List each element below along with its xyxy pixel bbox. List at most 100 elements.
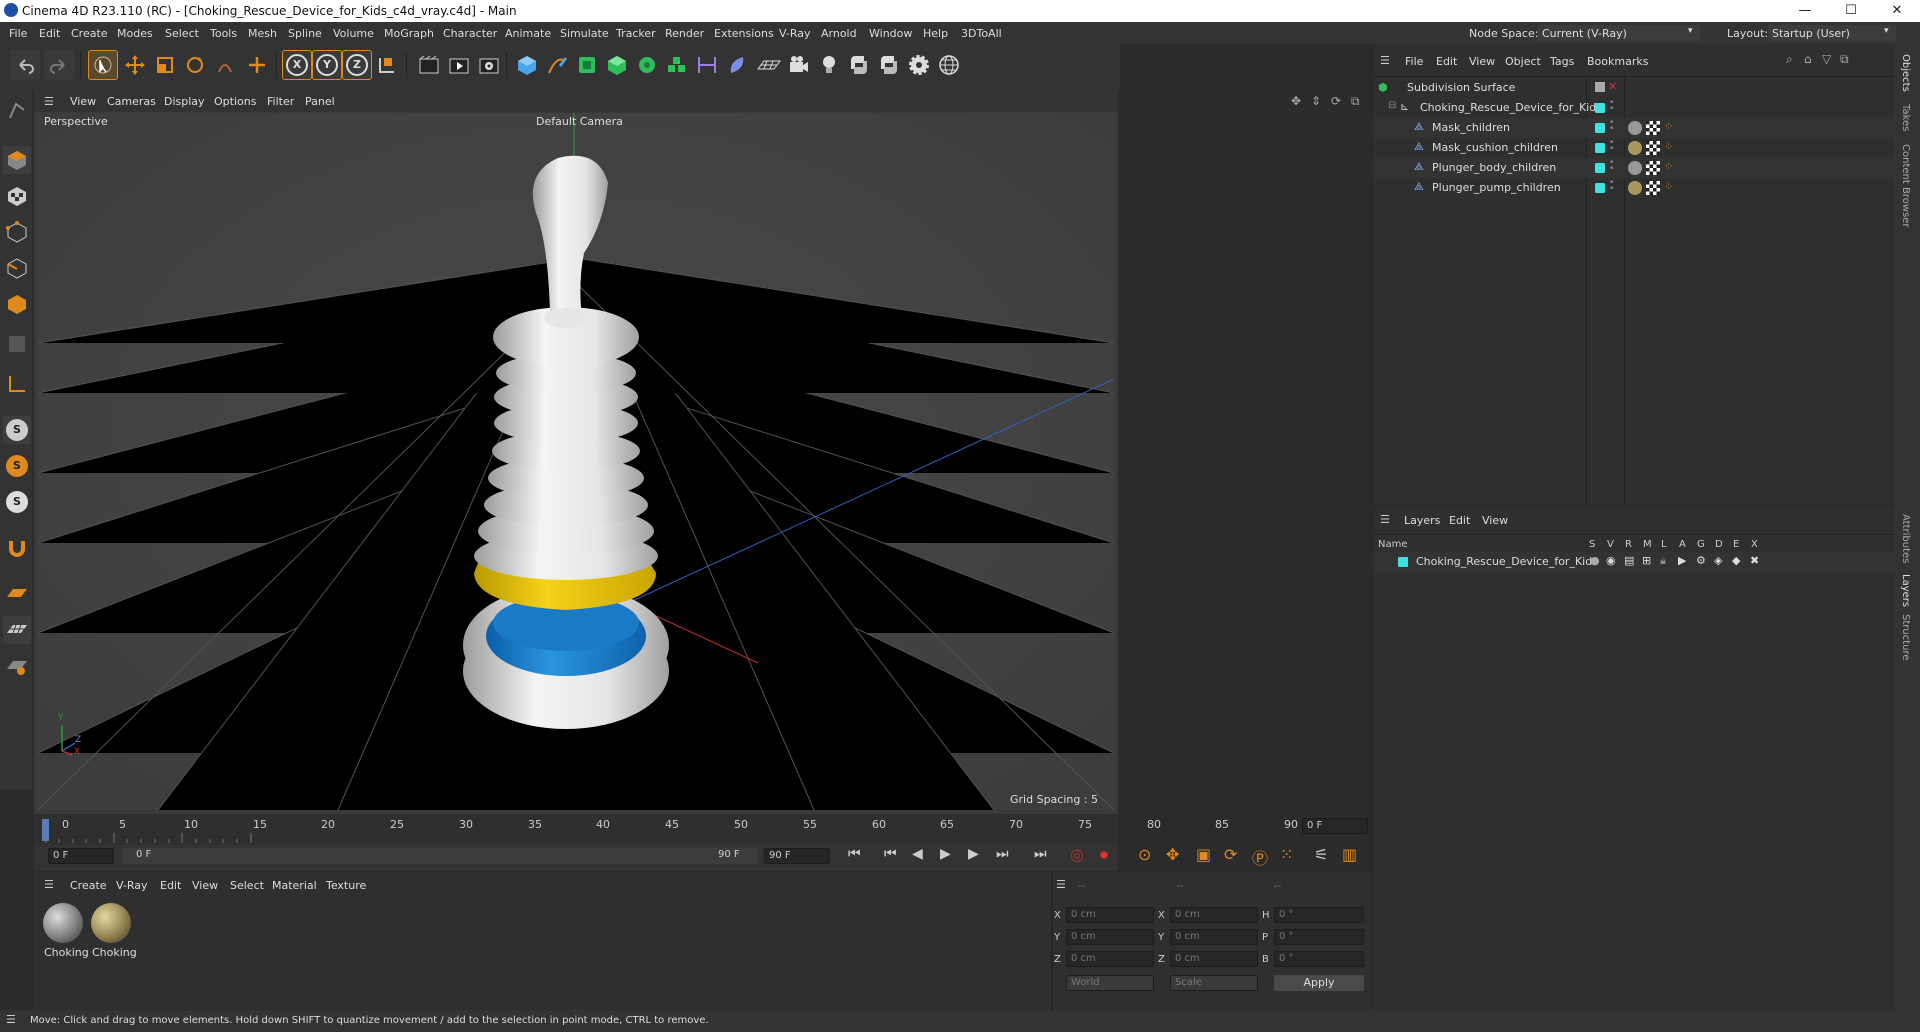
goto-end-icon[interactable]: ⏭ <box>1034 846 1047 862</box>
menu-spline[interactable]: Spline <box>288 27 322 40</box>
render-icon[interactable]: ▤ <box>1624 554 1634 567</box>
menu-help[interactable]: Help <box>923 27 948 40</box>
globe-icon[interactable] <box>934 50 964 80</box>
material-name[interactable]: Choking <box>44 946 89 959</box>
vray-tag-icon[interactable]: ⁘ <box>1664 180 1673 193</box>
cube-icon[interactable] <box>512 50 542 80</box>
menu-volume[interactable]: Volume <box>333 27 374 40</box>
add-icon[interactable] <box>242 50 272 80</box>
layer-column-header[interactable]: G <box>1697 539 1705 550</box>
gear-icon[interactable] <box>904 50 934 80</box>
extrude-icon[interactable] <box>602 50 632 80</box>
menu-modes[interactable]: Modes <box>117 27 153 40</box>
record-icon[interactable]: ◎ <box>1070 845 1084 864</box>
object-row[interactable]: ⟁ Plunger_pump_children • • ⁘ <box>1374 178 1894 198</box>
motion-record-icon[interactable]: ⚟ <box>1314 845 1328 864</box>
rotation-p-field[interactable]: 0 ° <box>1274 929 1364 945</box>
menu-select[interactable]: Select <box>165 27 199 40</box>
visibility-dots-icon[interactable]: • • <box>1609 159 1614 174</box>
prev-key-icon[interactable]: ⏮ <box>884 846 897 862</box>
hamburger-icon[interactable]: ☰ <box>44 95 54 108</box>
texture-mode-icon[interactable] <box>3 182 31 210</box>
floor-icon[interactable] <box>754 50 784 80</box>
maximize-button[interactable]: ☐ <box>1828 0 1874 22</box>
object-row[interactable]: ⟁ Plunger_body_children • • ⁘ <box>1374 158 1894 178</box>
uv-mode-icon[interactable] <box>3 330 31 358</box>
menu-create[interactable]: Create <box>71 27 108 40</box>
coord-system-dropdown[interactable]: World <box>1066 975 1154 991</box>
start-frame-field[interactable]: 0 F <box>48 848 114 864</box>
object-name[interactable]: Plunger_pump_children <box>1432 181 1561 194</box>
texture-tag-icon[interactable] <box>1646 181 1660 195</box>
subdivision-icon[interactable] <box>572 50 602 80</box>
new-window-icon[interactable]: ⧉ <box>1840 52 1849 67</box>
object-name[interactable]: Mask_cushion_children <box>1432 141 1558 154</box>
hamburger-icon[interactable]: ☰ <box>6 1013 16 1026</box>
goto-start-icon[interactable]: ⏮ <box>848 846 861 862</box>
rotate-icon[interactable] <box>180 50 210 80</box>
scale-icon[interactable] <box>150 50 180 80</box>
texture-tag-icon[interactable] <box>1646 121 1660 135</box>
y-axis-icon[interactable]: Y <box>312 50 342 80</box>
material-menu-material[interactable]: Material <box>272 879 317 892</box>
viewport-menu-filter[interactable]: Filter <box>267 95 294 108</box>
tab-takes[interactable]: Takes <box>1900 104 1911 131</box>
layer-menu-layers[interactable]: Layers <box>1404 514 1440 527</box>
autokey-icon[interactable]: ⏺ <box>1100 845 1108 865</box>
recent-icon[interactable] <box>210 50 240 80</box>
next-frame-icon[interactable]: ▶ <box>968 846 979 862</box>
visibility-dots-icon[interactable]: • • <box>1609 119 1614 134</box>
render-view-icon[interactable] <box>444 50 474 80</box>
xref-icon[interactable]: ✖ <box>1750 554 1759 567</box>
position-x-field[interactable]: 0 cm <box>1066 907 1154 923</box>
redo-icon[interactable] <box>44 50 74 80</box>
rotation-h-field[interactable]: 0 ° <box>1274 907 1364 923</box>
menu-extensions[interactable]: Extensions <box>714 27 774 40</box>
material-menu-create[interactable]: Create <box>70 879 107 892</box>
expression-icon[interactable]: ◆ <box>1732 554 1740 567</box>
object-row[interactable]: ⬢ Subdivision Surface ✕ <box>1374 78 1894 98</box>
menu-mesh[interactable]: Mesh <box>248 27 277 40</box>
layer-column-header[interactable]: E <box>1733 539 1739 550</box>
model-mode-icon[interactable] <box>3 146 31 174</box>
viewport-menu-cameras[interactable]: Cameras <box>107 95 156 108</box>
object-row[interactable]: ⊟ ⊾ Choking_Rescue_Device_for_Kids • • <box>1374 98 1894 118</box>
layer-row[interactable]: Choking_Rescue_Device_for_Kids ● ◉ ▤ ⊞ 🔒… <box>1374 552 1894 572</box>
3d-viewport[interactable]: Perspective Default Camera Grid Spacing … <box>38 113 1114 810</box>
current-frame-field[interactable]: 0 F <box>1302 818 1368 834</box>
snap-settings-icon[interactable]: S <box>3 452 31 480</box>
material-swatch[interactable] <box>91 903 131 943</box>
layer-menu-view[interactable]: View <box>1482 514 1508 527</box>
coord-system-icon[interactable] <box>372 50 402 80</box>
object-name[interactable]: Choking_Rescue_Device_for_Kids <box>1420 101 1602 114</box>
play-icon[interactable]: ▶ <box>940 846 951 862</box>
layer-column-header[interactable]: X <box>1751 539 1758 550</box>
orbit-icon[interactable]: ⟳ <box>1331 94 1341 108</box>
spline-icon[interactable] <box>692 50 722 80</box>
size-x-field[interactable]: 0 cm <box>1170 907 1258 923</box>
render-region-icon[interactable] <box>414 50 444 80</box>
menu-tracker[interactable]: Tracker <box>616 27 656 40</box>
layer-column-header[interactable]: L <box>1661 539 1667 550</box>
layer-name[interactable]: Choking_Rescue_Device_for_Kids <box>1416 555 1598 568</box>
object-row[interactable]: ⟁ Mask_cushion_children • • ⁘ <box>1374 138 1894 158</box>
menu-simulate[interactable]: Simulate <box>560 27 609 40</box>
tab-objects[interactable]: Objects <box>1900 54 1911 92</box>
material-menu-texture[interactable]: Texture <box>326 879 366 892</box>
next-key-icon[interactable]: ⏭ <box>996 846 1009 862</box>
points-mode-icon[interactable] <box>3 218 31 246</box>
deformer-icon[interactable]: ◈ <box>1714 554 1722 567</box>
hamburger-icon[interactable]: ☰ <box>44 878 54 891</box>
layer-menu-edit[interactable]: Edit <box>1449 514 1470 527</box>
x-axis-icon[interactable]: X <box>282 50 312 80</box>
generator-icon[interactable]: ⚙ <box>1696 554 1706 567</box>
lock-icon[interactable]: 🔒︎ <box>1660 554 1666 568</box>
tab-layers[interactable]: Layers <box>1900 574 1911 607</box>
prev-frame-icon[interactable]: ◀ <box>912 846 923 862</box>
polygons-mode-icon[interactable] <box>3 290 31 318</box>
hamburger-icon[interactable]: ☰ <box>1380 54 1390 67</box>
solo-icon[interactable]: ● <box>1590 554 1600 567</box>
material-menu-view[interactable]: View <box>192 879 218 892</box>
disabled-icon[interactable]: ✕ <box>1608 80 1617 93</box>
undo-icon[interactable] <box>10 50 40 80</box>
